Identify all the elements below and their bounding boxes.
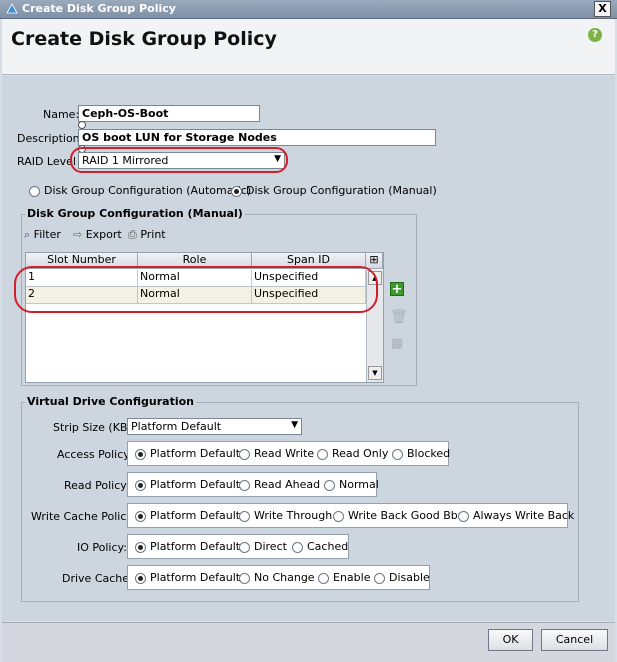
cancel-button[interactable]: Cancel — [541, 629, 608, 651]
required-marker-icon — [78, 121, 86, 129]
annotation-oval — [14, 266, 378, 313]
radio-write-back-good-bbu[interactable]: Write Back Good Bbu — [333, 509, 465, 522]
radio-automatic-label: Disk Group Configuration (Automatic) — [44, 184, 252, 197]
export-icon: ⇨ — [73, 228, 83, 241]
radio-read-platform-default[interactable]: Platform Default — [135, 478, 240, 491]
name-label: Name: — [43, 108, 80, 121]
virtual-drive-legend: Virtual Drive Configuration — [25, 395, 196, 408]
radio-manual-circle — [231, 185, 242, 197]
window-titlebar[interactable]: Create Disk Group Policy X — [0, 0, 617, 19]
radio-write-platform-default[interactable]: Platform Default — [135, 509, 240, 522]
radio-drive-enable[interactable]: Enable — [318, 571, 370, 584]
access-policy-label: Access Policy: — [57, 448, 133, 461]
ok-button[interactable]: OK — [488, 629, 533, 651]
print-button[interactable]: ⎙ Print — [128, 228, 166, 242]
io-policy-label: IO Policy: — [77, 541, 127, 554]
radio-io-platform-default[interactable]: Platform Default — [135, 540, 240, 553]
radio-config-automatic[interactable]: Disk Group Configuration (Automatic) — [29, 184, 251, 197]
dialog-header: Create Disk Group Policy ? — [2, 19, 615, 75]
drive-cache-label: Drive Cache: — [62, 572, 133, 585]
strip-size-label: Strip Size (KB): — [53, 421, 136, 434]
manual-config-legend: Disk Group Configuration (Manual) — [25, 207, 245, 220]
strip-size-select[interactable]: Platform Default ▼ — [127, 418, 302, 435]
radio-access-platform-default[interactable]: Platform Default — [135, 447, 240, 460]
column-chooser-icon[interactable]: ⊞ — [366, 253, 383, 269]
radio-io-cached[interactable]: Cached — [292, 540, 348, 553]
description-field[interactable]: OS boot LUN for Storage Nodes — [78, 129, 436, 146]
description-label: Description: — [17, 132, 84, 145]
scroll-down-icon[interactable]: ▼ — [368, 366, 382, 380]
radio-automatic-circle — [29, 185, 40, 197]
radio-io-direct[interactable]: Direct — [239, 540, 287, 553]
radio-manual-label: Disk Group Configuration (Manual) — [246, 184, 437, 197]
radio-write-through[interactable]: Write Through — [239, 509, 332, 522]
write-cache-policy-label: Write Cache Policy: — [31, 510, 136, 523]
close-button[interactable]: X — [594, 1, 611, 17]
help-icon[interactable]: ? — [588, 28, 602, 42]
radio-drive-no-change[interactable]: No Change — [239, 571, 315, 584]
radio-access-blocked[interactable]: Blocked — [392, 447, 450, 460]
radio-drive-platform-default[interactable]: Platform Default — [135, 571, 240, 584]
page-title: Create Disk Group Policy — [11, 28, 277, 50]
filter-icon: ⌕ — [24, 228, 31, 241]
window-title: Create Disk Group Policy — [22, 2, 176, 15]
print-icon: ⎙ — [128, 228, 137, 241]
read-policy-label: Read Policy: — [64, 479, 130, 492]
add-icon[interactable]: + — [390, 282, 404, 297]
name-field[interactable]: Ceph-OS-Boot — [78, 105, 260, 122]
radio-read-ahead[interactable]: Read Ahead — [239, 478, 320, 491]
delete-icon[interactable]: 🗑 — [390, 309, 408, 325]
radio-always-write-back[interactable]: Always Write Back — [458, 509, 574, 522]
properties-icon[interactable]: ▦ — [390, 336, 404, 351]
radio-read-normal[interactable]: Normal — [324, 478, 379, 491]
raid-level-label: RAID Level — [17, 155, 76, 168]
radio-access-read-write[interactable]: Read Write — [239, 447, 314, 460]
radio-access-read-only[interactable]: Read Only — [317, 447, 388, 460]
strip-size-value: Platform Default — [131, 420, 222, 433]
radio-drive-disable[interactable]: Disable — [374, 571, 430, 584]
app-icon — [6, 3, 18, 14]
export-button[interactable]: ⇨ Export — [73, 228, 122, 241]
radio-config-manual[interactable]: Disk Group Configuration (Manual) — [231, 184, 437, 197]
filter-button[interactable]: ⌕ Filter — [24, 228, 61, 242]
chevron-down-icon: ▼ — [291, 420, 298, 430]
close-icon: X — [598, 2, 607, 15]
annotation-oval — [70, 147, 288, 173]
